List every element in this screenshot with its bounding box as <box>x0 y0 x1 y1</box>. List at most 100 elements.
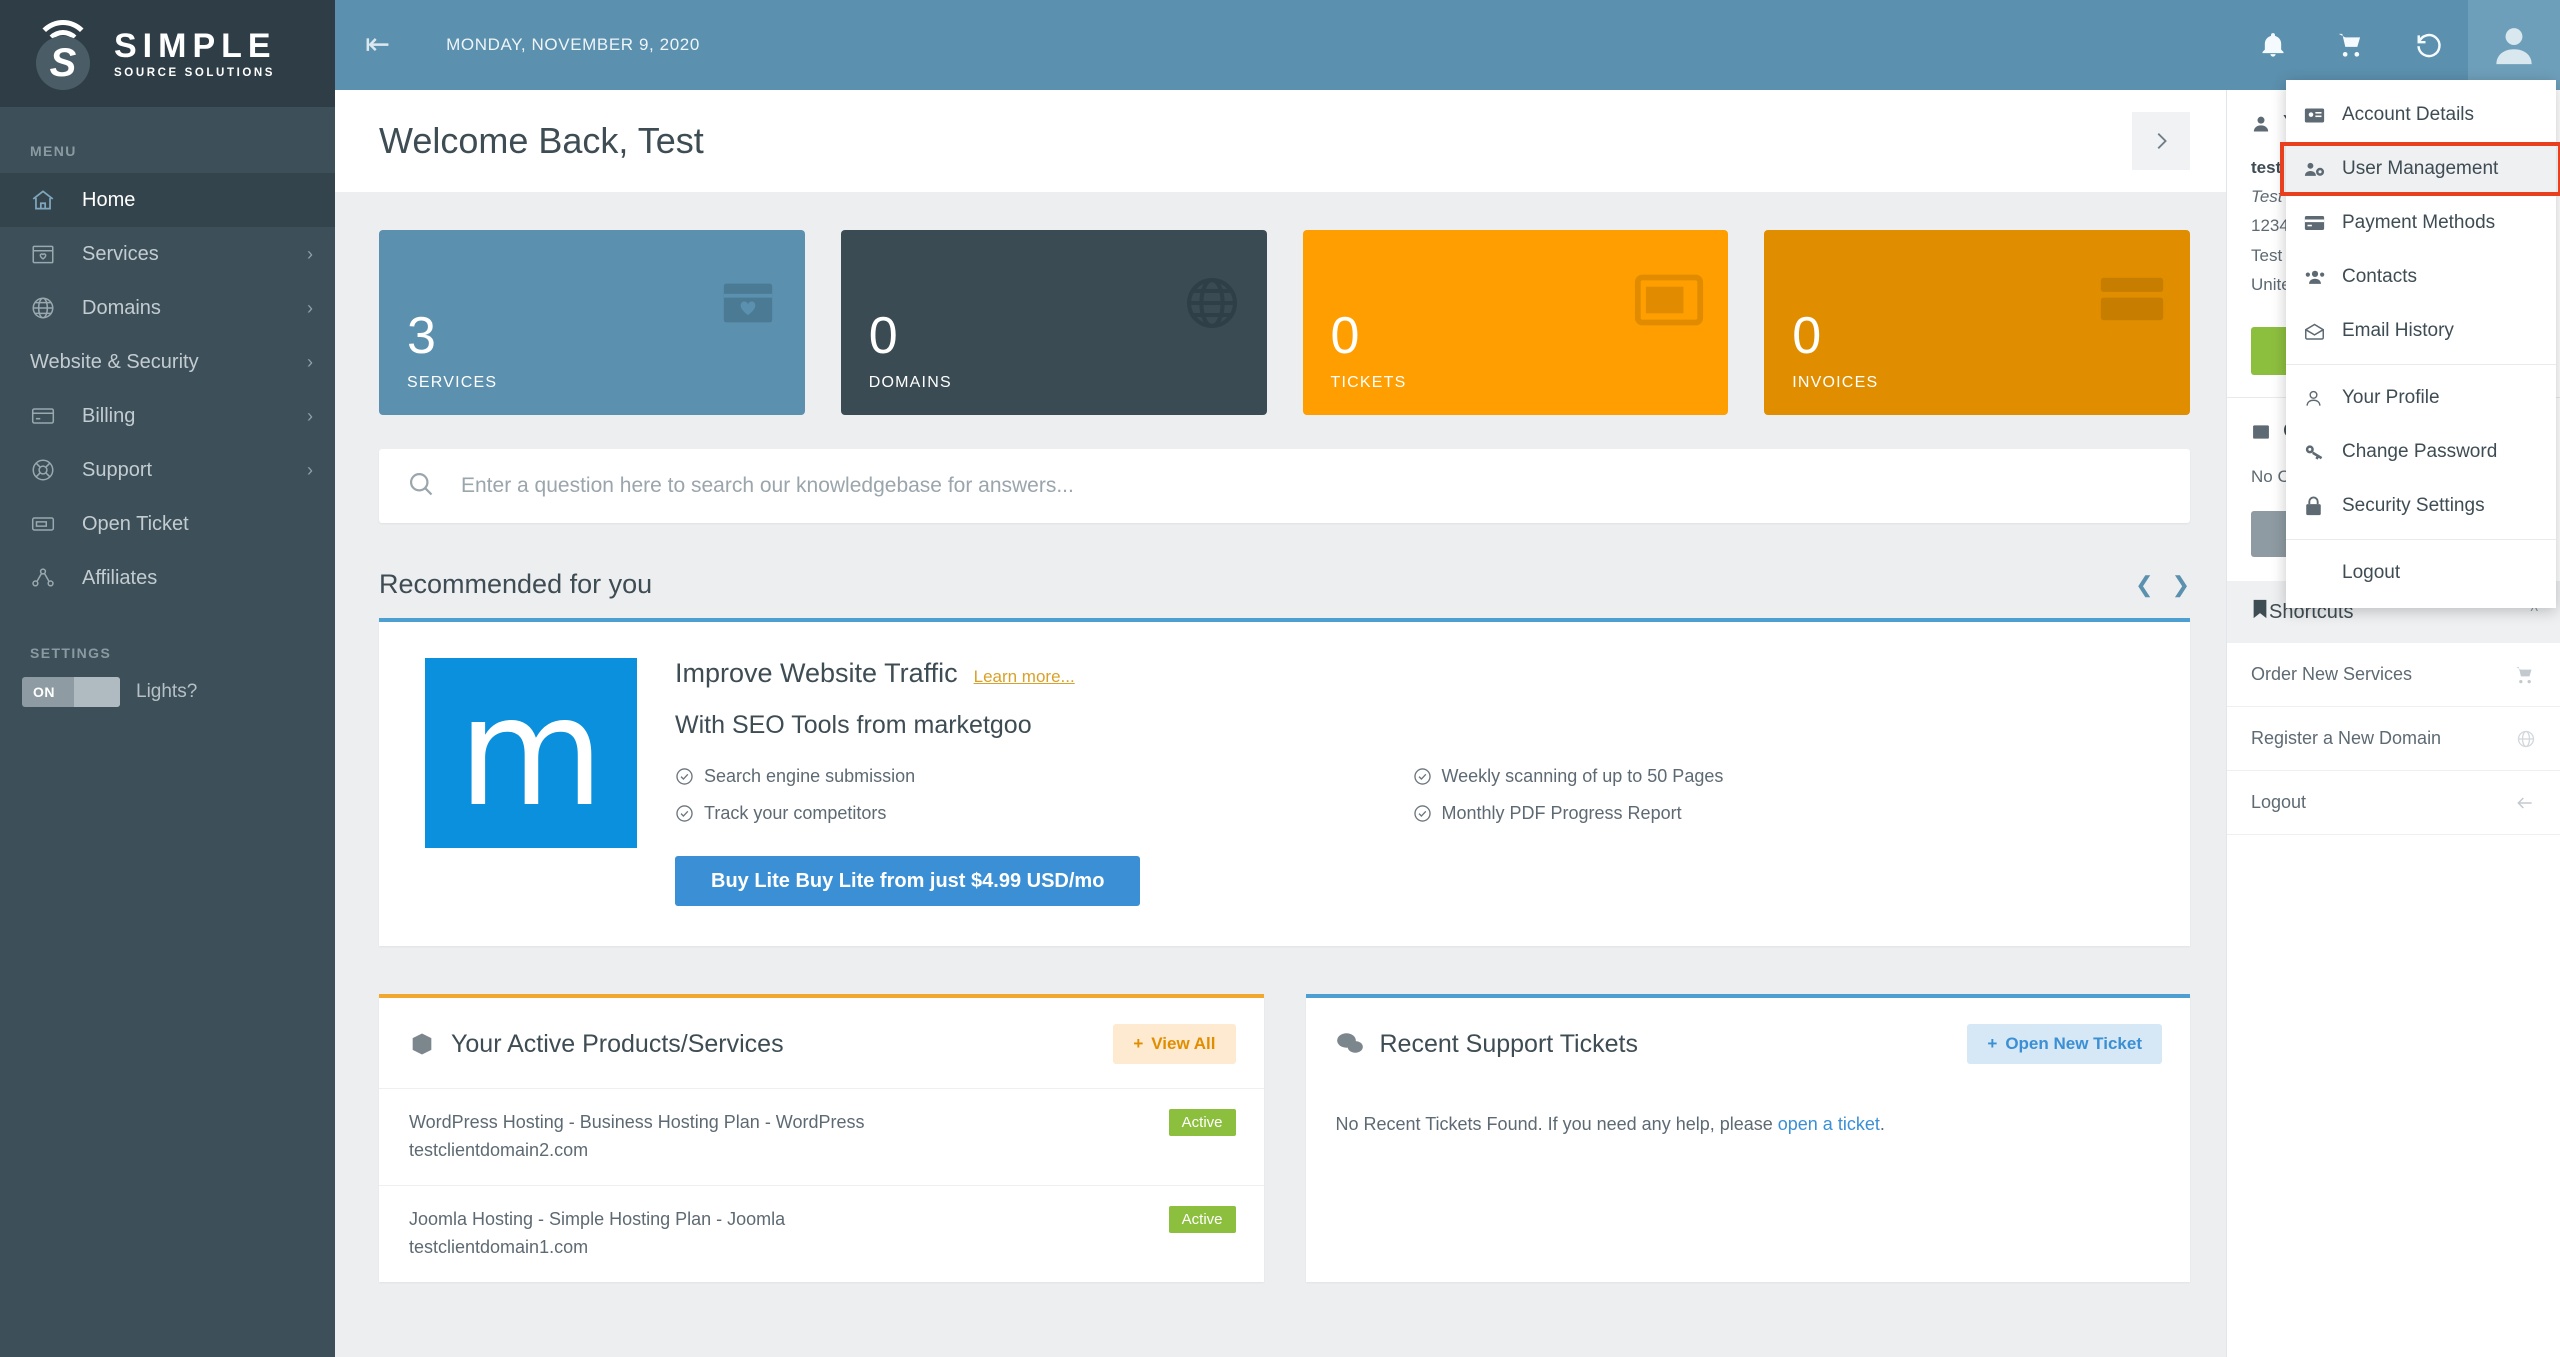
table-row[interactable]: Joomla Hosting - Simple Hosting Plan - J… <box>379 1184 1264 1282</box>
chevron-left-icon[interactable]: ❮ <box>2135 572 2153 598</box>
welcome-next-button[interactable] <box>2132 112 2190 170</box>
shortcut-register-new-domain[interactable]: Register a New Domain <box>2227 707 2560 772</box>
sidebar-item-website-security[interactable]: Website & Security › <box>0 335 335 389</box>
stat-card-tickets[interactable]: 0 TICKETS <box>1302 230 1729 415</box>
bell-icon[interactable] <box>2234 0 2312 90</box>
menu-item-contacts[interactable]: Contacts <box>2286 250 2556 304</box>
menu-item-user-management[interactable]: User Management <box>2280 142 2560 196</box>
cart-icon <box>2514 665 2536 685</box>
stat-card-invoices[interactable]: 0 INVOICES <box>1764 230 2190 415</box>
buy-lite-button[interactable]: Buy Lite Buy Lite from just $4.99 USD/mo <box>675 856 1141 906</box>
stat-label: TICKETS <box>1330 374 1407 391</box>
logo-title: SIMPLE <box>114 26 277 65</box>
user-dropdown-menu: Account Details User Management Payment … <box>2280 80 2560 608</box>
main-column: ⇤ MONDAY, NOVEMBER 9, 2020 Welcome Back,… <box>335 0 2560 1357</box>
box-heart-icon <box>30 241 60 267</box>
chevron-right-icon[interactable]: ❯ <box>2172 572 2190 598</box>
sidebar-item-home[interactable]: Home <box>0 173 335 227</box>
ticket-icon <box>1634 274 1704 331</box>
shortcut-label: Order New Services <box>2251 664 2413 685</box>
knowledgebase-search[interactable] <box>379 449 2190 523</box>
learn-more-link[interactable]: Learn more... <box>974 667 1075 687</box>
bottom-cards: Your Active Products/Services + View All… <box>379 994 2190 1282</box>
globe-icon <box>30 295 60 321</box>
home-icon <box>30 187 60 213</box>
sidebar-menu-label: MENU <box>30 143 77 159</box>
person-icon <box>2304 389 2334 408</box>
promo-feature-label: Track your competitors <box>704 803 887 823</box>
tickets-empty-message: No Recent Tickets Found. If you need any… <box>1306 1088 2191 1161</box>
open-new-ticket-button[interactable]: + Open New Ticket <box>1967 1024 2162 1064</box>
tickets-card-title: Recent Support Tickets <box>1379 1029 1638 1058</box>
menu-item-account-details[interactable]: Account Details <box>2286 88 2556 142</box>
sidebar-item-billing[interactable]: Billing › <box>0 389 335 443</box>
promo-feature: Search engine submission <box>675 766 1413 787</box>
shortcut-label: Logout <box>2251 792 2307 813</box>
search-input[interactable] <box>461 474 2162 498</box>
tickets-empty-tail: . <box>1879 1114 1885 1134</box>
menu-item-label: Account Details <box>2342 104 2475 125</box>
logo-letter: S <box>49 40 77 85</box>
sidebar-item-support[interactable]: Support › <box>0 443 335 497</box>
stat-label: DOMAINS <box>868 374 952 391</box>
box-heart-icon <box>715 274 781 337</box>
view-all-button[interactable]: + View All <box>1113 1024 1236 1064</box>
table-row[interactable]: WordPress Hosting - Business Hosting Pla… <box>379 1088 1264 1185</box>
cart-icon[interactable] <box>2312 0 2390 90</box>
menu-item-your-profile[interactable]: Your Profile <box>2286 371 2556 425</box>
sidebar-item-label: Affiliates <box>82 566 158 589</box>
plus-icon: + <box>1987 1034 1998 1053</box>
menu-item-email-history[interactable]: Email History <box>2286 304 2556 358</box>
open-a-ticket-link[interactable]: open a ticket <box>1778 1114 1880 1134</box>
menu-item-logout[interactable]: Logout <box>2286 546 2556 600</box>
history-icon[interactable] <box>2390 0 2468 90</box>
promo-feature-label: Monthly PDF Progress Report <box>1441 803 1682 823</box>
collapse-left-icon[interactable]: ⇤ <box>365 30 390 60</box>
center-body: 3 SERVICES 0 DOMAINS 0 TICKETS 0 INVOICE… <box>335 192 2226 1357</box>
sidebar-item-label: Support <box>82 458 153 481</box>
check-circle-icon <box>676 805 693 822</box>
cube-icon <box>409 1031 435 1057</box>
check-circle-icon <box>676 768 693 785</box>
promo-feature-label: Search engine submission <box>704 766 916 786</box>
promo-feature: Monthly PDF Progress Report <box>1413 803 2151 824</box>
id-card-icon <box>2304 106 2334 125</box>
topbar-actions <box>2234 0 2560 90</box>
sidebar-item-open-ticket[interactable]: Open Ticket <box>0 497 335 551</box>
lights-toggle[interactable]: ON <box>22 677 120 707</box>
chat-icon <box>1336 1031 1364 1057</box>
menu-item-payment-methods[interactable]: Payment Methods <box>2286 196 2556 250</box>
marketgoo-logo: m <box>425 658 637 848</box>
status-badge: Active <box>1168 1205 1236 1233</box>
chevron-right-icon: › <box>307 459 313 480</box>
toggle-on-label: ON <box>33 684 55 700</box>
promo-features-right: Weekly scanning of up to 50 Pages Monthl… <box>1413 766 2151 906</box>
status-badge: Active <box>1168 1109 1236 1136</box>
sidebar-item-affiliates[interactable]: Affiliates <box>0 551 335 605</box>
menu-item-security-settings[interactable]: Security Settings <box>2286 479 2556 533</box>
search-icon <box>407 470 435 503</box>
promo-features: Search engine submission Track your comp… <box>675 766 2150 906</box>
plus-icon: + <box>1133 1034 1144 1053</box>
tickets-card-header: Recent Support Tickets + Open New Ticket <box>1306 998 2191 1088</box>
avatar[interactable] <box>2468 0 2560 90</box>
toggle-knob <box>74 677 120 707</box>
sidebar-item-services[interactable]: Services › <box>0 227 335 281</box>
sidebar-item-domains[interactable]: Domains › <box>0 281 335 335</box>
promo-feature: Weekly scanning of up to 50 Pages <box>1413 766 2151 787</box>
ticket-icon <box>30 511 60 537</box>
app-root: S SIMPLE SOURCE SOLUTIONS MENU Home Serv… <box>0 0 2560 1357</box>
globe-icon <box>2516 729 2536 749</box>
stat-card-services[interactable]: 3 SERVICES <box>379 230 805 415</box>
lifebuoy-icon <box>30 457 60 483</box>
brand-logo[interactable]: S SIMPLE SOURCE SOLUTIONS <box>0 0 335 107</box>
promo-card: m Improve Website Traffic Learn more... … <box>379 618 2190 946</box>
menu-item-change-password[interactable]: Change Password <box>2286 425 2556 479</box>
stat-card-domains[interactable]: 0 DOMAINS <box>840 230 1267 415</box>
services-card-header: Your Active Products/Services + View All <box>379 998 1264 1088</box>
shortcut-order-new-services[interactable]: Order New Services <box>2227 643 2560 708</box>
services-card-title: Your Active Products/Services <box>451 1029 784 1058</box>
logo-subtitle: SOURCE SOLUTIONS <box>114 66 276 79</box>
shortcut-logout[interactable]: Logout <box>2227 771 2560 836</box>
welcome-bar: Welcome Back, Test <box>335 90 2226 192</box>
